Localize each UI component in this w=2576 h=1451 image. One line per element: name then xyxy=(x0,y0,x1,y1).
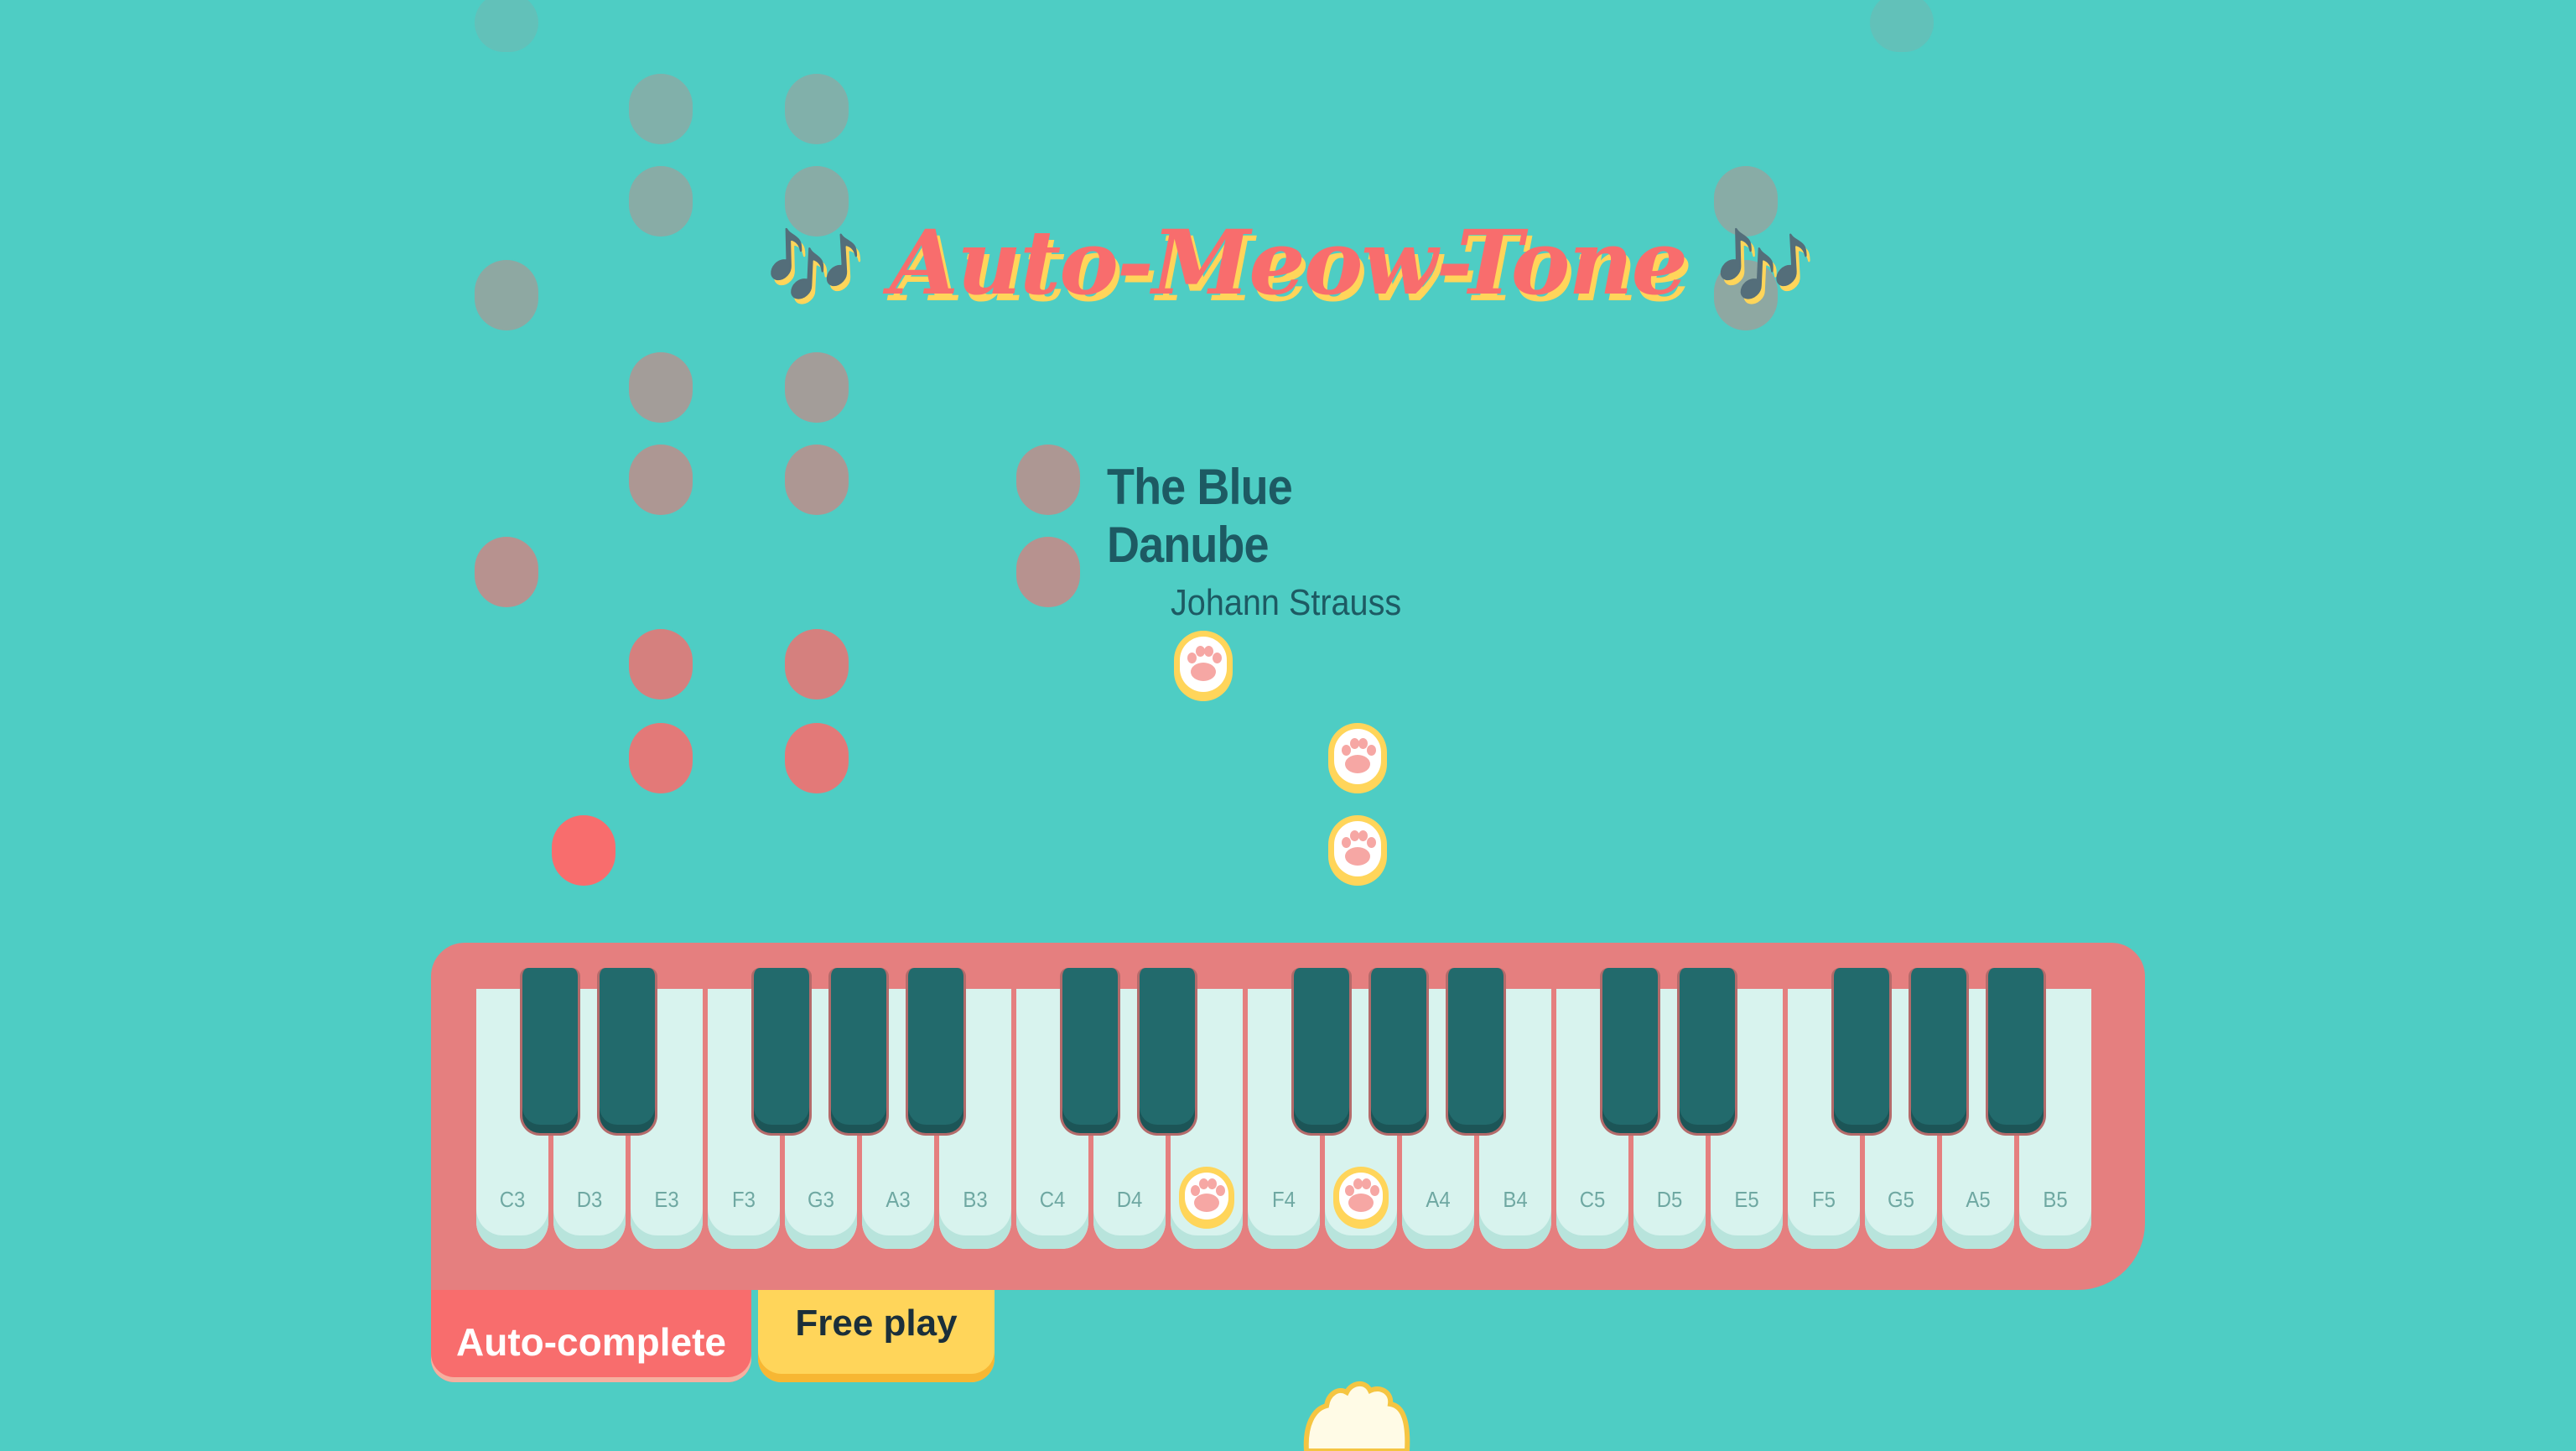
app-title: 🎶 Auto-Meow-Tone 🎶 xyxy=(0,210,2576,315)
played-note xyxy=(785,352,849,423)
paw-icon xyxy=(1328,815,1387,886)
paw-icon xyxy=(1179,1167,1234,1229)
played-note xyxy=(552,815,615,886)
key-A#4[interactable] xyxy=(1446,968,1506,1136)
key-C#5[interactable] xyxy=(1600,968,1660,1136)
key-C#4[interactable] xyxy=(1060,968,1120,1136)
song-title: The Blue Danube xyxy=(1107,459,1293,573)
played-note xyxy=(1870,0,1934,52)
cat-paw-cursor-icon xyxy=(1303,1381,1410,1451)
played-note xyxy=(1016,537,1080,607)
key-G#3[interactable] xyxy=(828,968,889,1136)
played-note xyxy=(785,629,849,699)
music-notes-icon: 🎶 xyxy=(1715,221,1812,312)
key-D#4[interactable] xyxy=(1137,968,1197,1136)
paw-icon xyxy=(1333,1167,1389,1229)
played-note xyxy=(629,723,693,793)
key-F#4[interactable] xyxy=(1291,968,1352,1136)
played-note xyxy=(629,352,693,423)
key-A#3[interactable] xyxy=(906,968,966,1136)
app-title-text: Auto-Meow-Tone xyxy=(889,210,1688,315)
played-note xyxy=(475,0,538,52)
song-composer: Johann Strauss xyxy=(1171,582,1402,623)
key-F#3[interactable] xyxy=(751,968,812,1136)
key-D#5[interactable] xyxy=(1677,968,1737,1136)
key-G#4[interactable] xyxy=(1368,968,1429,1136)
key-C#3[interactable] xyxy=(520,968,580,1136)
piano-keyboard: C3 D3 E3 F3 G3 A3 B3 C4 D4 F4 A4 B4 C5 D… xyxy=(431,943,2145,1290)
auto-complete-button[interactable]: Auto-complete xyxy=(431,1290,751,1382)
key-A#5[interactable] xyxy=(1986,968,2046,1136)
played-note xyxy=(785,74,849,144)
played-note xyxy=(785,723,849,793)
music-notes-icon: 🎶 xyxy=(766,221,862,312)
played-note xyxy=(629,629,693,699)
paw-icon xyxy=(1174,631,1233,701)
played-note xyxy=(1016,445,1080,515)
played-note xyxy=(785,445,849,515)
free-play-button[interactable]: Free play xyxy=(758,1290,995,1382)
played-note xyxy=(629,445,693,515)
played-note xyxy=(629,74,693,144)
key-F#5[interactable] xyxy=(1831,968,1892,1136)
played-note xyxy=(475,537,538,607)
key-G#5[interactable] xyxy=(1909,968,1969,1136)
paw-icon xyxy=(1328,723,1387,793)
key-D#3[interactable] xyxy=(597,968,657,1136)
